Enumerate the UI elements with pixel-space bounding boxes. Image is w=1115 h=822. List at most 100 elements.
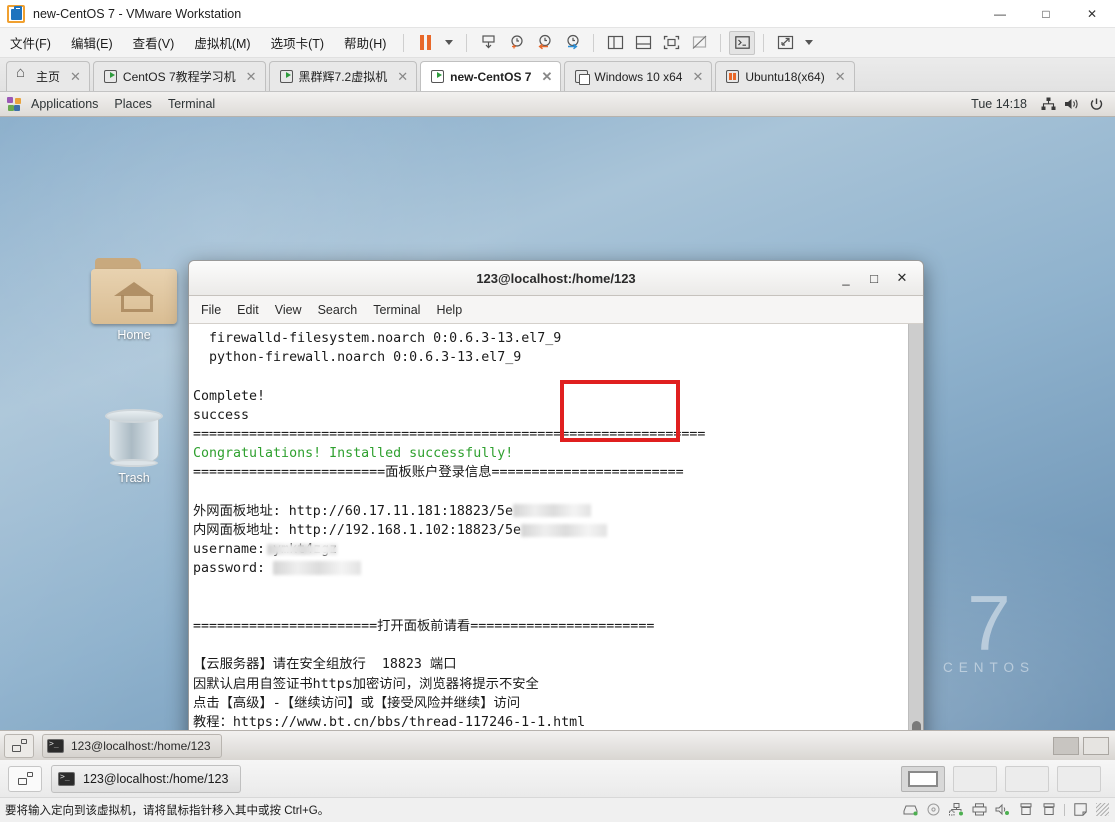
gnome-top-panel: Applications Places Terminal Tue 14:18 xyxy=(0,92,1115,117)
stretch-button[interactable] xyxy=(772,31,798,55)
snapshot-take-button[interactable] xyxy=(475,31,501,55)
power-icon[interactable] xyxy=(1085,93,1107,115)
tab-heiqunhui[interactable]: 黑群辉7.2虚拟机 ✕ xyxy=(268,61,418,91)
menu-tabs[interactable]: 选项卡(T) xyxy=(262,30,333,55)
taskbar-item-terminal[interactable]: 123@localhost:/home/123 xyxy=(42,733,222,758)
terminal-maximize-button[interactable]: □ xyxy=(861,265,887,291)
vm-taskbar-item-terminal[interactable]: 123@localhost:/home/123 xyxy=(51,764,242,793)
notes-icon[interactable] xyxy=(1073,803,1088,816)
terminal-minimize-button[interactable]: _ xyxy=(833,265,859,291)
terminal-menu-file[interactable]: File xyxy=(193,300,229,320)
snapshot-manager-button[interactable] xyxy=(503,31,529,55)
menu-applications[interactable]: Applications xyxy=(23,92,106,116)
pause-button[interactable] xyxy=(412,31,438,55)
tab-close-icon[interactable]: ✕ xyxy=(692,69,703,85)
vmware-title-bar: new-CentOS 7 - VMware Workstation — □ ✕ xyxy=(0,0,1115,28)
resize-grip-icon[interactable] xyxy=(1096,803,1109,816)
gnome-foot-icon xyxy=(7,97,21,111)
vm-workspace-1[interactable] xyxy=(901,765,945,792)
workspace-1[interactable] xyxy=(1053,736,1079,755)
close-button[interactable]: ✕ xyxy=(1069,0,1115,28)
stretch-dropdown-caret-icon[interactable] xyxy=(805,40,814,45)
revert-snapshot-button[interactable] xyxy=(531,31,557,55)
unity-mode-button[interactable] xyxy=(686,31,712,55)
console-icon xyxy=(735,36,750,49)
workspace-switcher[interactable] xyxy=(1053,736,1115,755)
redacted-internal-token xyxy=(520,523,607,537)
tab-windows10[interactable]: Windows 10 x64 ✕ xyxy=(564,61,713,91)
show-desktop-button[interactable] xyxy=(4,733,34,758)
workspace-2[interactable] xyxy=(1083,736,1109,755)
terminal-title-bar[interactable]: 123@localhost:/home/123 _ □ ✕ xyxy=(189,261,923,296)
terminal-body[interactable]: firewalld-filesystem.noarch 0:0.6.3-13.e… xyxy=(189,324,923,760)
terminal-window[interactable]: 123@localhost:/home/123 _ □ ✕ File Edit … xyxy=(188,260,924,760)
panel-left-icon xyxy=(607,35,623,50)
hard-disk-icon[interactable] xyxy=(903,803,918,816)
vm-running-icon xyxy=(103,70,117,83)
cd-drive-icon[interactable] xyxy=(926,803,941,816)
tab-close-icon[interactable]: ✕ xyxy=(70,69,81,85)
terminal-menu-help[interactable]: Help xyxy=(428,300,470,320)
usb-icon-2[interactable] xyxy=(1041,803,1056,816)
tab-label: 黑群辉7.2虚拟机 xyxy=(298,70,388,84)
desktop-icon-trash[interactable]: Trash xyxy=(84,405,184,485)
minimize-button[interactable]: — xyxy=(977,0,1023,28)
desktop-icon-label: Trash xyxy=(118,471,150,485)
menu-vm[interactable]: 虚拟机(M) xyxy=(185,30,259,55)
vm-workspace-3[interactable] xyxy=(1005,765,1049,792)
tab-close-icon[interactable]: ✕ xyxy=(246,69,257,85)
tab-new-centos7[interactable]: new-CentOS 7 ✕ xyxy=(420,61,562,91)
menu-edit[interactable]: 编辑(E) xyxy=(62,30,122,55)
terminal-menu-view[interactable]: View xyxy=(267,300,310,320)
sidebar-view-button[interactable] xyxy=(602,31,628,55)
terminal-menu-search[interactable]: Search xyxy=(310,300,366,320)
sound-icon[interactable] xyxy=(995,803,1010,816)
vm-show-desktop-button[interactable] xyxy=(8,765,42,792)
guest-vm-screen[interactable]: Applications Places Terminal Tue 14:18 H… xyxy=(0,92,1115,760)
redacted-external-token xyxy=(512,504,591,518)
network-icon[interactable] xyxy=(949,803,964,816)
clock[interactable]: Tue 14:18 xyxy=(963,97,1035,111)
network-icon[interactable] xyxy=(1037,93,1059,115)
usb-icon-1[interactable] xyxy=(1018,803,1033,816)
term-line: ========================================… xyxy=(193,427,706,443)
menu-view[interactable]: 查看(V) xyxy=(124,30,184,55)
gnome-bottom-panel: 123@localhost:/home/123 xyxy=(0,730,1115,760)
menu-terminal[interactable]: Terminal xyxy=(160,92,223,116)
menu-help[interactable]: 帮助(H) xyxy=(335,30,395,55)
tab-ubuntu18[interactable]: Ubuntu18(x64) ✕ xyxy=(715,61,855,91)
fullscreen-button[interactable] xyxy=(658,31,684,55)
terminal-close-button[interactable]: ✕ xyxy=(889,265,915,291)
tab-home[interactable]: 主页 ✕ xyxy=(6,61,90,91)
term-line: =======================打开面板前请看==========… xyxy=(193,619,655,635)
toolbar-divider-5 xyxy=(763,33,765,52)
terminal-window-controls: _ □ ✕ xyxy=(833,265,923,291)
vm-taskbar-item-label: 123@localhost:/home/123 xyxy=(83,771,229,786)
term-line: 因默认启用自签证书https加密访问，浏览器将提示不安全 xyxy=(193,676,539,692)
vm-stopped-icon xyxy=(575,70,591,85)
maximize-button[interactable]: □ xyxy=(1023,0,1069,28)
manage-snapshots-button[interactable] xyxy=(559,31,585,55)
printer-icon[interactable] xyxy=(972,803,987,816)
bottom-panel-button[interactable] xyxy=(630,31,656,55)
power-dropdown-caret-icon[interactable] xyxy=(445,40,454,45)
vm-workspace-2[interactable] xyxy=(953,765,997,792)
menu-file[interactable]: 文件(F) xyxy=(1,30,60,55)
terminal-menu-edit[interactable]: Edit xyxy=(229,300,267,320)
tab-close-icon[interactable]: ✕ xyxy=(835,69,846,85)
menu-places[interactable]: Places xyxy=(106,92,160,116)
tab-close-icon[interactable]: ✕ xyxy=(541,69,552,85)
trash-icon xyxy=(103,405,165,467)
volume-icon[interactable] xyxy=(1061,93,1083,115)
desktop-icon-home[interactable]: Home xyxy=(84,258,184,342)
terminal-output[interactable]: firewalld-filesystem.noarch 0:0.6.3-13.e… xyxy=(189,324,908,760)
toolbar-divider-2 xyxy=(466,33,468,52)
console-button[interactable] xyxy=(729,30,756,55)
tab-close-icon[interactable]: ✕ xyxy=(397,69,408,85)
terminal-menu-terminal[interactable]: Terminal xyxy=(365,300,428,320)
vm-workspace-switcher[interactable] xyxy=(901,765,1115,792)
terminal-scrollbar[interactable] xyxy=(908,324,923,760)
tab-centos7-study[interactable]: CentOS 7教程学习机 ✕ xyxy=(92,61,266,91)
show-desktop-icon xyxy=(17,772,33,785)
vm-workspace-4[interactable] xyxy=(1057,765,1101,792)
